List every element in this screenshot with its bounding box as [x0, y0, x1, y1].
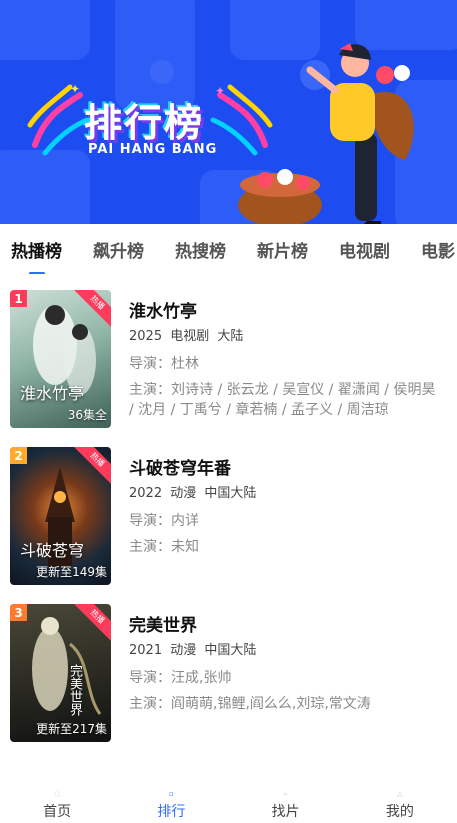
rank-badge: 1	[10, 290, 27, 307]
cast-value: 阎萌萌,锦鲤,阎么么,刘琮,常文涛	[171, 696, 371, 712]
director-label: 导演：	[129, 356, 171, 372]
item-meta: 2021 动漫 中国大陆	[129, 642, 444, 660]
tab-hot-search[interactable]: 热搜榜	[175, 237, 226, 262]
rank-badge: 3	[10, 604, 27, 621]
cast-label: 主演：	[129, 539, 171, 555]
item-region: 大陆	[217, 329, 244, 344]
poster-image[interactable]: 2 热播 斗破苍穹 更新至149集	[10, 447, 111, 585]
tab-movies[interactable]: 电影	[421, 237, 455, 262]
poster-image[interactable]: 1 热播 淮水竹亭 36集全	[10, 290, 111, 428]
nav-label: 排行	[157, 804, 186, 820]
cast-value: 未知	[171, 539, 199, 555]
item-type: 动漫	[170, 486, 197, 501]
search-icon: ▹	[283, 790, 288, 798]
nav-label: 找片	[271, 804, 300, 820]
list-item[interactable]: 2 热播 斗破苍穹 更新至149集 斗破苍穹年番 2022 动漫 中国大陆 导演…	[0, 447, 457, 604]
nav-label: 首页	[43, 804, 72, 820]
rank-badge: 2	[10, 447, 27, 464]
list-item[interactable]: 3 热播 完美世界 更新至217集 完美世界 2021 动漫 中国大陆 导演：汪…	[0, 604, 457, 761]
profile-icon: △	[397, 790, 403, 798]
nav-find[interactable]: ▹ 找片	[229, 785, 343, 823]
item-year: 2022	[129, 486, 163, 501]
poster-title-art: 淮水竹亭	[20, 384, 85, 403]
ranking-list: 1 热播 淮水竹亭 36集全 淮水竹亭 2025 电视剧 大陆 导演：杜林 主演…	[0, 290, 457, 761]
item-meta: 2025 电视剧 大陆	[129, 328, 444, 346]
bottom-navigation: ◌ 首页 ▫ 排行 ▹ 找片 △ 我的	[0, 785, 457, 823]
item-cast: 主演：未知	[129, 537, 444, 557]
director-label: 导演：	[129, 513, 171, 529]
director-label: 导演：	[129, 670, 171, 686]
cast-label: 主演：	[129, 382, 171, 398]
ranking-icon: ▫	[169, 790, 174, 798]
ranking-tabs: 热播榜 飙升榜 热搜榜 新片榜 电视剧 电影	[0, 224, 457, 274]
item-director: 导演：汪成,张帅	[129, 668, 444, 688]
item-type: 动漫	[170, 643, 197, 658]
cast-value: 刘诗诗 / 张云龙 / 吴宣仪 / 翟潇闻 / 侯明昊 / 沈月 / 丁禹兮 /…	[129, 382, 436, 418]
item-director: 导演：内详	[129, 511, 444, 531]
nav-ranking[interactable]: ▫ 排行	[114, 785, 228, 823]
tab-rising[interactable]: 飙升榜	[93, 237, 144, 262]
item-info: 斗破苍穹年番 2022 动漫 中国大陆 导演：内详 主演：未知	[129, 457, 444, 557]
tab-hot-play[interactable]: 热播榜	[11, 237, 62, 262]
sparkle-icon: ✦	[70, 82, 81, 96]
director-value: 内详	[171, 513, 199, 529]
cast-label: 主演：	[129, 696, 171, 712]
item-title[interactable]: 完美世界	[129, 614, 444, 638]
episode-status: 更新至149集	[36, 565, 107, 579]
item-cast: 主演：刘诗诗 / 张云龙 / 吴宣仪 / 翟潇闻 / 侯明昊 / 沈月 / 丁禹…	[129, 380, 444, 420]
nav-label: 我的	[385, 804, 414, 820]
nav-profile[interactable]: △ 我的	[343, 785, 457, 823]
poster-title-art: 斗破苍穹	[20, 541, 85, 560]
director-value: 杜林	[171, 356, 199, 372]
item-info: 完美世界 2021 动漫 中国大陆 导演：汪成,张帅 主演：阎萌萌,锦鲤,阎么么…	[129, 614, 444, 714]
item-meta: 2022 动漫 中国大陆	[129, 485, 444, 503]
poster-title-art: 完美世界	[67, 664, 82, 716]
item-title[interactable]: 淮水竹亭	[129, 300, 444, 324]
nav-home[interactable]: ◌ 首页	[0, 785, 114, 823]
tab-new-releases[interactable]: 新片榜	[257, 237, 308, 262]
item-director: 导演：杜林	[129, 354, 444, 374]
item-year: 2021	[129, 643, 163, 658]
home-icon: ◌	[54, 790, 61, 798]
person-illustration-icon	[238, 43, 414, 224]
item-info: 淮水竹亭 2025 电视剧 大陆 导演：杜林 主演：刘诗诗 / 张云龙 / 吴宣…	[129, 300, 444, 420]
ranking-banner: ✦ ✦ 排行榜 PAI HANG BANG	[0, 0, 457, 224]
list-item[interactable]: 1 热播 淮水竹亭 36集全 淮水竹亭 2025 电视剧 大陆 导演：杜林 主演…	[0, 290, 457, 447]
episode-status: 36集全	[67, 408, 107, 422]
banner-title: 排行榜	[84, 101, 205, 145]
item-type: 电视剧	[170, 329, 210, 344]
director-value: 汪成,张帅	[171, 670, 232, 686]
item-region: 中国大陆	[204, 486, 257, 501]
episode-status: 更新至217集	[36, 722, 107, 736]
tab-tv-series[interactable]: 电视剧	[339, 237, 390, 262]
poster-image[interactable]: 3 热播 完美世界 更新至217集	[10, 604, 111, 742]
item-region: 中国大陆	[204, 643, 257, 658]
banner-subtitle: PAI HANG BANG	[88, 142, 218, 157]
item-year: 2025	[129, 329, 163, 344]
sparkle-icon: ✦	[215, 84, 226, 98]
item-title[interactable]: 斗破苍穹年番	[129, 457, 444, 481]
item-cast: 主演：阎萌萌,锦鲤,阎么么,刘琮,常文涛	[129, 694, 444, 714]
